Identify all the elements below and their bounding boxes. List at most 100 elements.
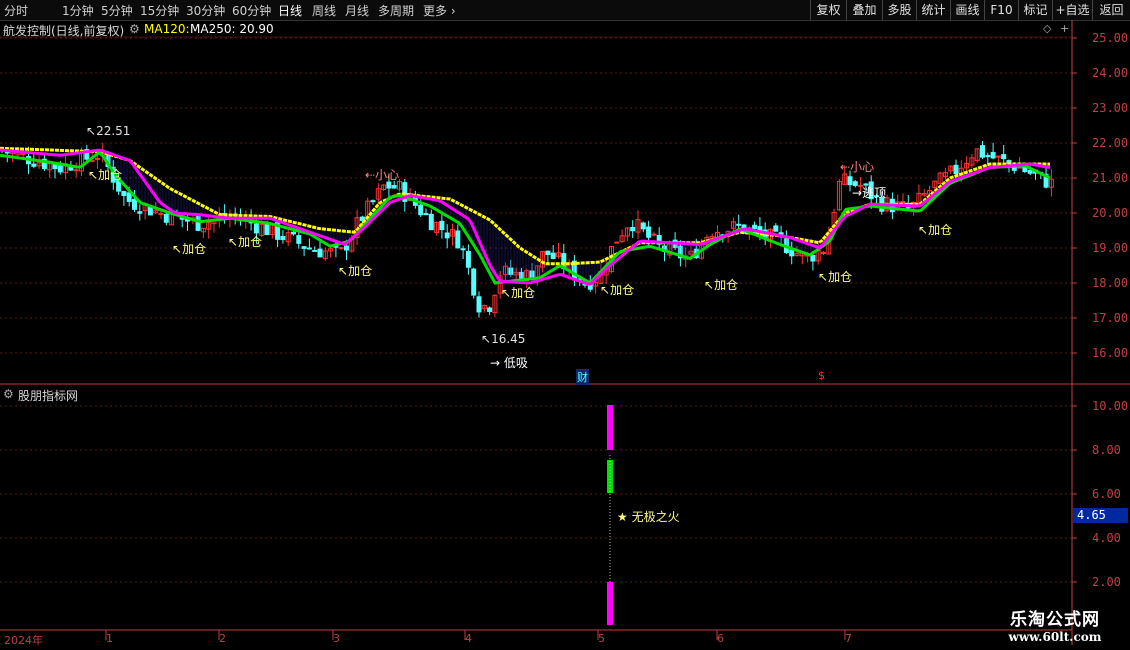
chart-grid xyxy=(0,37,1072,583)
add-position-signal-4: ↖加仓 xyxy=(338,264,373,278)
x-tick-jul: 7 xyxy=(845,632,852,645)
candle-body xyxy=(773,225,779,232)
candle-body xyxy=(391,185,397,189)
add-position-signal-1: ↖加仓 xyxy=(88,168,123,182)
add-position-signal-3: ↖加仓 xyxy=(228,235,263,249)
candle-body xyxy=(296,235,302,244)
y-tick-21: 21.00 xyxy=(1092,171,1129,185)
candle-body xyxy=(1001,154,1007,160)
candle-body xyxy=(73,169,79,172)
candle-body xyxy=(444,232,450,239)
y-tick-16: 16.00 xyxy=(1092,346,1129,360)
caution-signal-1: ⇠小心 xyxy=(365,168,400,182)
candle-body xyxy=(789,249,795,257)
candle-body xyxy=(280,236,286,241)
candle-body xyxy=(264,223,270,236)
chart-axes xyxy=(0,20,1130,645)
add-position-signal-5: ↖加仓 xyxy=(501,286,536,300)
y-tick-20: 20.00 xyxy=(1092,206,1129,220)
candle-body xyxy=(545,250,551,256)
sub-y-tick-4: 4.00 xyxy=(1092,531,1121,545)
caution-signal-2: ⇠小心 xyxy=(840,160,875,174)
sub-settings-icon[interactable]: ⚙ xyxy=(3,387,14,401)
candle-body xyxy=(121,191,127,196)
watermark: 乐淘公式网 www.60lt.com xyxy=(990,605,1120,645)
candle-body xyxy=(810,255,816,262)
x-tick-mar: 3 xyxy=(333,632,340,645)
y-tick-18: 18.00 xyxy=(1092,276,1129,290)
candle-body xyxy=(630,227,636,232)
candle-body xyxy=(651,233,657,236)
candle-body xyxy=(985,155,991,158)
candle-body xyxy=(439,220,445,231)
candle-body xyxy=(306,247,312,250)
candle-body xyxy=(253,223,259,234)
candle-body xyxy=(317,248,323,258)
candle-body xyxy=(990,151,996,159)
add-position-signal-7: ↖加仓 xyxy=(704,278,739,292)
finance-marker[interactable]: 财 xyxy=(576,369,589,385)
candle-body xyxy=(423,213,429,216)
candle-body xyxy=(418,204,424,216)
candle-body xyxy=(291,231,296,235)
candle-body xyxy=(640,222,646,230)
sub-y-tick-10: 10.00 xyxy=(1092,399,1129,413)
candle-body xyxy=(312,249,318,252)
y-tick-25: 25.00 xyxy=(1092,31,1129,45)
candle-body xyxy=(94,157,100,160)
kline-chart[interactable] xyxy=(0,0,1130,650)
candle-body xyxy=(614,241,620,244)
candle-body xyxy=(821,251,826,254)
candle-body xyxy=(900,201,906,204)
candle-body xyxy=(455,230,461,249)
x-tick-may: 5 xyxy=(598,632,605,645)
candle-body xyxy=(460,248,466,251)
x-tick-jan: 1 xyxy=(106,632,113,645)
watermark-url: www.60lt.com xyxy=(1008,630,1102,644)
candle-body xyxy=(995,155,1001,158)
candle-body xyxy=(301,246,307,249)
sub-y-tick-6: 6.00 xyxy=(1092,487,1121,501)
candle-body xyxy=(52,164,58,170)
sub-indicator-plot xyxy=(607,405,613,625)
y-tick-22: 22.00 xyxy=(1092,136,1129,150)
candle-body xyxy=(736,223,742,226)
candle-body xyxy=(980,145,985,158)
candle-body xyxy=(370,200,376,203)
candle-body xyxy=(163,213,169,223)
candle-body xyxy=(752,224,758,229)
low-price-label: ↖16.45 xyxy=(481,332,526,346)
candle-body xyxy=(953,164,959,175)
add-position-signal-9: ↖加仓 xyxy=(918,223,953,237)
escape-top-signal: →逃顶 xyxy=(852,186,887,200)
candle-body xyxy=(147,206,153,216)
y-tick-17: 17.00 xyxy=(1092,311,1129,325)
add-position-signal-2: ↖加仓 xyxy=(172,242,207,256)
x-tick-jun: 6 xyxy=(717,632,724,645)
candle-body xyxy=(132,198,137,210)
candle-body xyxy=(465,251,471,268)
candle-body xyxy=(646,226,652,238)
y-tick-19: 19.00 xyxy=(1092,241,1129,255)
add-position-signal-8: ↖加仓 xyxy=(818,270,853,284)
candle-body xyxy=(476,296,482,313)
candle-body xyxy=(137,211,143,214)
x-tick-feb: 2 xyxy=(219,632,226,645)
candle-body xyxy=(471,268,477,296)
x-tick-2024: 2024年 xyxy=(4,634,43,647)
candle-body xyxy=(487,307,493,312)
x-tick-apr: 4 xyxy=(465,632,472,645)
low-buy-signal: → 低吸 xyxy=(490,356,528,370)
candle-body xyxy=(1027,169,1033,174)
candle-body xyxy=(428,213,434,231)
sub-indicator-title: 股朋指标网 xyxy=(18,389,79,403)
dividend-marker[interactable]: $ xyxy=(818,369,825,382)
candle-body xyxy=(338,247,344,250)
sub-bar-magenta-top xyxy=(607,405,613,450)
candle-body xyxy=(31,163,37,167)
current-value-badge: 4.65 xyxy=(1073,508,1128,523)
watermark-title: 乐淘公式网 xyxy=(1010,610,1100,630)
y-tick-23: 23.00 xyxy=(1092,101,1129,115)
candle-body xyxy=(57,165,63,173)
high-price-label: ↖22.51 xyxy=(86,124,131,138)
